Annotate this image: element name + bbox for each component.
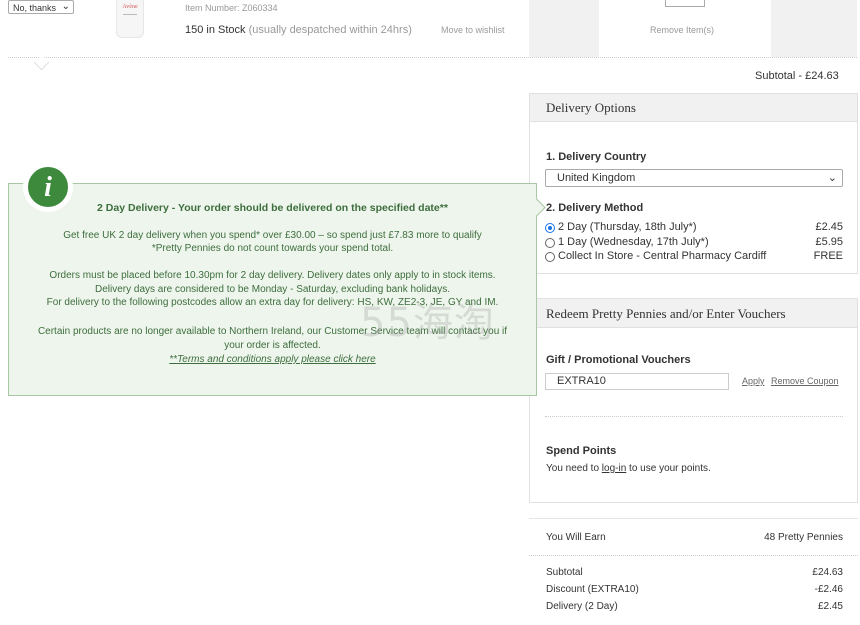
cart-price-column xyxy=(529,0,599,57)
delivery-option-label[interactable]: 1 Day (Wednesday, 17th July*) xyxy=(558,236,709,248)
delivery-country-value: United Kingdom xyxy=(557,172,636,184)
delivery-country-select[interactable]: United Kingdom ⌄ xyxy=(545,169,843,187)
gift-voucher-label: Gift / Promotional Vouchers xyxy=(546,354,691,366)
remove-coupon-link[interactable]: Remove Coupon xyxy=(771,376,839,386)
popup-line: Get free UK 2 day delivery when you spen… xyxy=(63,230,482,241)
gift-option-value: No, thanks xyxy=(13,3,57,13)
spend-points-text: You need to log-in to use your points. xyxy=(546,463,711,474)
popup-line: *Pretty Pennies do not count towards you… xyxy=(151,243,394,254)
voucher-code-input[interactable]: EXTRA10 xyxy=(545,373,729,390)
vouchers-divider xyxy=(545,416,843,417)
summary-divider xyxy=(529,555,858,556)
gift-option-select[interactable]: No, thanks ⌄ xyxy=(8,0,74,14)
product-brand-label: Avène xyxy=(122,4,138,10)
chevron-down-icon: ⌄ xyxy=(61,1,70,12)
spend-points-label: Spend Points xyxy=(546,445,617,457)
delivery-option-label[interactable]: Collect In Store - Central Pharmacy Card… xyxy=(558,250,766,262)
cart-total-column xyxy=(771,0,857,57)
delivery-option-price: £2.45 xyxy=(815,221,843,233)
cart-divider xyxy=(8,57,857,58)
quantity-input[interactable] xyxy=(665,0,705,7)
summary-row-label: Delivery (2 Day) xyxy=(546,601,618,612)
summary-top-divider xyxy=(529,518,858,519)
item-number: Item Number: Z060334 xyxy=(185,3,278,13)
stock-note: (usually despatched within 24hrs) xyxy=(248,24,412,36)
summary-row-label: Discount (EXTRA10) xyxy=(546,584,639,595)
product-image-stripe xyxy=(123,14,137,15)
summary-row-value: -£2.46 xyxy=(814,584,843,595)
delivery-option-radio-collect[interactable] xyxy=(545,252,555,262)
stock-status: 150 in Stock (usually despatched within … xyxy=(185,24,412,36)
stock-count: 150 in Stock xyxy=(185,24,246,36)
chevron-down-icon: ⌄ xyxy=(827,172,837,184)
earn-value: 48 Pretty Pennies xyxy=(764,532,843,543)
delivery-option-price: FREE xyxy=(813,250,843,262)
login-link[interactable]: log-in xyxy=(602,463,626,474)
terms-link[interactable]: **Terms and conditions apply please clic… xyxy=(169,354,375,365)
delivery-method-label: 2. Delivery Method xyxy=(546,202,644,214)
spend-text-before: You need to xyxy=(546,463,602,474)
delivery-option-radio-2day[interactable] xyxy=(545,223,555,233)
remove-items-link[interactable]: Remove Item(s) xyxy=(650,25,714,35)
delivery-option-price: £5.95 xyxy=(815,236,843,248)
popup-line: Orders must be placed before 10.30pm for… xyxy=(49,270,496,281)
popup-terms-wrap: **Terms and conditions apply please clic… xyxy=(8,354,537,366)
cart-subtotal: Subtotal - £24.63 xyxy=(755,70,839,82)
delivery-country-label: 1. Delivery Country xyxy=(546,151,647,163)
spend-text-after: to use your points. xyxy=(626,463,711,474)
summary-row-value: £2.45 xyxy=(817,601,843,612)
earn-label: You Will Earn xyxy=(546,532,606,543)
watermark: 55海淘 xyxy=(360,300,495,346)
summary-row-value: £24.63 xyxy=(812,567,843,578)
vouchers-header: Redeem Pretty Pennies and/or Enter Vouch… xyxy=(530,299,857,328)
popup-title: 2 Day Delivery - Your order should be de… xyxy=(97,202,448,214)
delivery-option-radio-1day[interactable] xyxy=(545,238,555,248)
move-to-wishlist-link[interactable]: Move to wishlist xyxy=(441,25,505,35)
apply-voucher-link[interactable]: Apply xyxy=(742,376,765,386)
product-image[interactable]: Avène xyxy=(116,0,144,38)
delivery-option-label[interactable]: 2 Day (Thursday, 18th July*) xyxy=(558,221,697,233)
summary-row-label: Subtotal xyxy=(546,567,583,578)
delivery-options-header: Delivery Options xyxy=(530,94,857,122)
info-icon-glyph: i xyxy=(44,172,52,203)
